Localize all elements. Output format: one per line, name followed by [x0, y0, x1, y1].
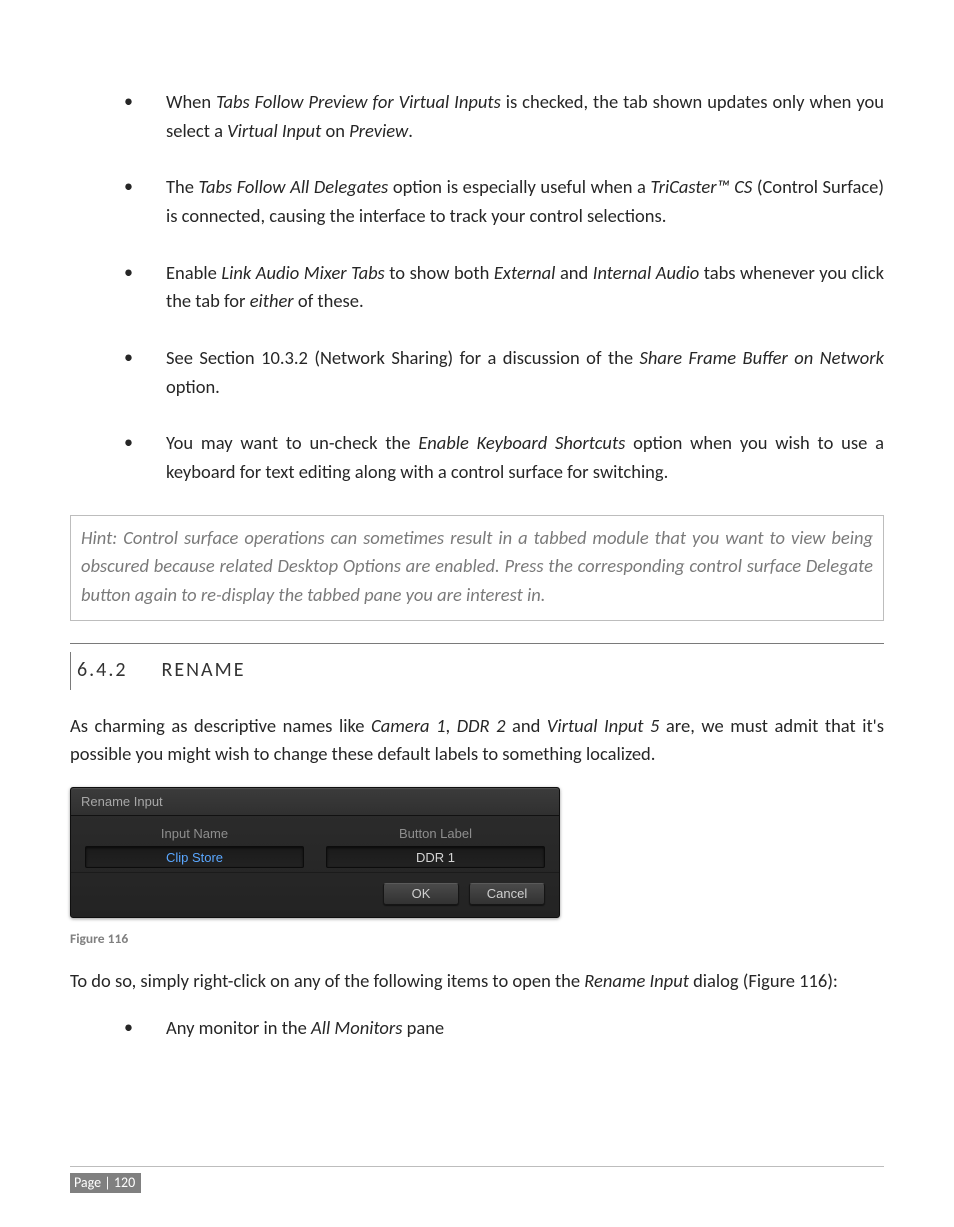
italic-term: Camera 1 [371, 714, 445, 737]
dialog-body: Input Name Clip Store Button Label DDR 1 [71, 816, 559, 872]
italic-term: Rename Input [584, 969, 689, 992]
text: option. [166, 375, 220, 398]
italic-term: TriCaster™ CS [651, 175, 753, 198]
page-label: Page | [74, 1174, 111, 1191]
dialog-footer: OK Cancel [71, 872, 559, 917]
text: pane [402, 1016, 444, 1039]
bullet-item: Enable Link Audio Mixer Tabs to show bot… [114, 259, 884, 316]
feature-bullet-list: When Tabs Follow Preview for Virtual Inp… [114, 88, 884, 487]
text: Any monitor in the [166, 1016, 311, 1039]
text: and [555, 261, 592, 284]
input-name-field[interactable]: Clip Store [85, 846, 304, 868]
italic-term: Internal Audio [593, 261, 699, 284]
hint-text: Hint: Control surface operations can som… [81, 524, 873, 610]
page-footer: Page | 120 [70, 1166, 884, 1193]
input-name-label: Input Name [161, 826, 228, 841]
button-label-label: Button Label [399, 826, 472, 841]
italic-term: Preview [349, 119, 408, 142]
page-number-badge: Page | 120 [70, 1173, 141, 1193]
text: on [321, 119, 349, 142]
bullet-item: You may want to un-check the Enable Keyb… [114, 429, 884, 486]
intro-paragraph: As charming as descriptive names like Ca… [70, 712, 884, 769]
dialog-title: Rename Input [71, 788, 559, 816]
italic-term: Virtual Input 5 [547, 714, 659, 737]
bullet-item: The Tabs Follow All Delegates option is … [114, 173, 884, 230]
italic-term: either [250, 289, 294, 312]
ok-button[interactable]: OK [383, 883, 459, 905]
input-name-column: Input Name Clip Store [85, 826, 304, 868]
section-number: 6.4.2 [77, 658, 128, 682]
bullet-item: When Tabs Follow Preview for Virtual Inp… [114, 88, 884, 145]
section-rule [70, 643, 884, 644]
bullet-item: See Section 10.3.2 (Network Sharing) for… [114, 344, 884, 401]
section-title: RENAME [162, 658, 246, 682]
rename-input-dialog: Rename Input Input Name Clip Store Butto… [70, 787, 560, 918]
text: . [408, 119, 413, 142]
italic-term: Enable Keyboard Shortcuts [418, 431, 625, 454]
text: and [505, 714, 546, 737]
text: You may want to un-check the [166, 431, 418, 454]
text: of these. [294, 289, 364, 312]
italic-term: External [494, 261, 556, 284]
text: As charming as descriptive names like [70, 714, 371, 737]
page-number: 120 [114, 1174, 135, 1191]
section-heading: 6.4.2 RENAME [70, 652, 884, 690]
button-label-field[interactable]: DDR 1 [326, 846, 545, 868]
cancel-button[interactable]: Cancel [469, 883, 545, 905]
italic-term: Tabs Follow All Delegates [199, 175, 389, 198]
dialog-screenshot: Rename Input Input Name Clip Store Butto… [70, 787, 884, 918]
text: When [166, 90, 216, 113]
italic-term: Link Audio Mixer Tabs [221, 261, 384, 284]
text: , [446, 714, 457, 737]
text: to show both [385, 261, 494, 284]
text: Enable [166, 261, 221, 284]
bullet-item: Any monitor in the All Monitors pane [114, 1014, 884, 1043]
page-content: When Tabs Follow Preview for Virtual Inp… [70, 88, 884, 1042]
text: The [166, 175, 199, 198]
italic-term: All Monitors [311, 1016, 402, 1039]
button-label-column: Button Label DDR 1 [326, 826, 545, 868]
target-bullet-list: Any monitor in the All Monitors pane [114, 1014, 884, 1043]
text: option is especially useful when a [388, 175, 650, 198]
hint-box: Hint: Control surface operations can som… [70, 515, 884, 621]
text: dialog (Figure 116): [689, 969, 838, 992]
italic-term: Share Frame Buffer on Network [640, 346, 884, 369]
italic-term: Tabs Follow Preview for Virtual Inputs [216, 90, 501, 113]
italic-term: Virtual Input [227, 119, 321, 142]
instruction-paragraph: To do so, simply right-click on any of t… [70, 967, 884, 996]
footer-rule [70, 1166, 884, 1167]
italic-term: DDR 2 [457, 714, 506, 737]
text: See Section 10.3.2 (Network Sharing) for… [166, 346, 640, 369]
text: To do so, simply right-click on any of t… [70, 969, 584, 992]
figure-caption: Figure 116 [70, 930, 884, 947]
